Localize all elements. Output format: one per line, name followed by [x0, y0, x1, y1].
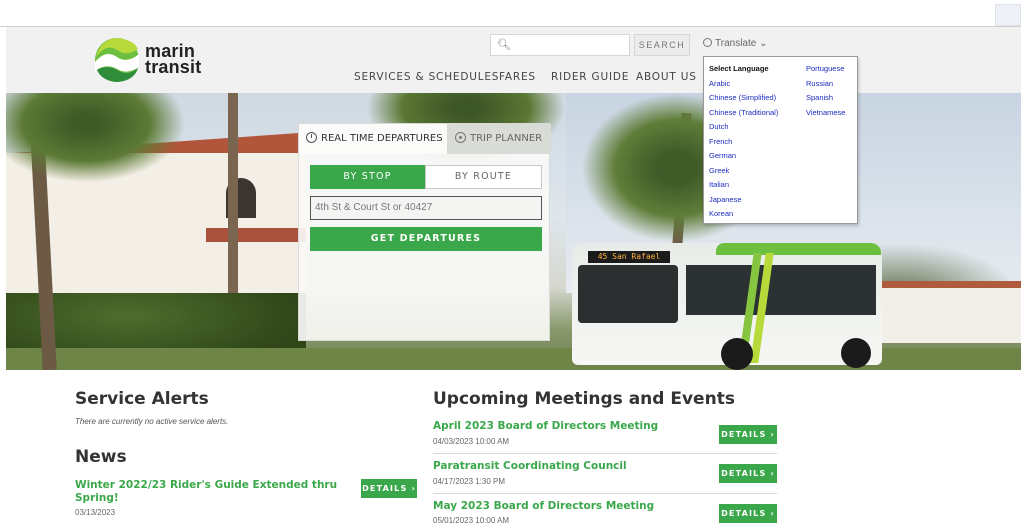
hero-bus-roof — [716, 243, 881, 255]
nav-about-us[interactable]: ABOUT US — [636, 71, 697, 83]
upcoming-events-heading: Upcoming Meetings and Events — [433, 389, 735, 409]
language-option[interactable]: Greek — [709, 164, 778, 179]
language-option[interactable]: French — [709, 135, 778, 150]
language-option[interactable]: Spanish — [806, 91, 845, 106]
language-menu: Select Language Arabic Chinese (Simplifi… — [703, 56, 858, 224]
chevron-right-icon: › — [770, 509, 775, 518]
window-corner-box — [995, 4, 1021, 26]
news-item-title[interactable]: Winter 2022/23 Rider's Guide Extended th… — [75, 479, 345, 504]
event-item-date: 04/03/2023 10:00 AM — [433, 437, 510, 446]
hero-bus-wheel — [841, 338, 871, 368]
event-item-title[interactable]: Paratransit Coordinating Council — [433, 460, 627, 472]
chevron-right-icon: › — [411, 484, 416, 493]
stop-input[interactable]: 4th St & Court St or 40427 — [310, 196, 542, 220]
clock-icon — [306, 132, 317, 143]
globe-icon — [703, 38, 712, 47]
hero-bus-sign: 45 San Rafael — [588, 251, 670, 263]
nav-services-schedules[interactable]: SERVICES & SCHEDULES — [354, 71, 499, 83]
language-option[interactable]: Select Language — [709, 62, 778, 77]
search-button[interactable]: SEARCH — [634, 34, 690, 56]
details-label: DETAILS — [721, 430, 767, 439]
language-option[interactable]: Italian — [709, 178, 778, 193]
search-box: 🔍︎ — [490, 34, 630, 56]
tab-real-time-departures[interactable]: REAL TIME DEPARTURES — [299, 124, 447, 154]
event-item-title[interactable]: April 2023 Board of Directors Meeting — [433, 420, 658, 432]
details-label: DETAILS — [362, 484, 408, 493]
news-item-date: 03/13/2023 — [75, 508, 116, 517]
language-option[interactable]: Vietnamese — [806, 106, 845, 121]
language-option[interactable]: Arabic — [709, 77, 778, 92]
by-stop-button[interactable]: BY STOP — [310, 165, 425, 189]
service-alerts-heading: Service Alerts — [75, 389, 209, 409]
chevron-down-icon: ⌄ — [759, 38, 768, 49]
by-route-button[interactable]: BY ROUTE — [425, 165, 542, 189]
event-item-date: 04/17/2023 1:30 PM — [433, 477, 506, 486]
language-option[interactable]: Chinese (Traditional) — [709, 106, 778, 121]
language-option[interactable]: Korean — [709, 207, 778, 222]
language-option[interactable]: German — [709, 149, 778, 164]
details-label: DETAILS — [721, 509, 767, 518]
trip-widget: REAL TIME DEPARTURES TRIP PLANNER BY STO… — [298, 123, 551, 341]
nav-rider-guide[interactable]: RIDER GUIDE — [551, 71, 629, 83]
marin-transit-logo[interactable]: marin transit — [94, 37, 214, 85]
language-option[interactable]: Chinese (Simplified) — [709, 91, 778, 106]
event-divider — [433, 493, 777, 494]
event-item-date: 05/01/2023 10:00 AM — [433, 516, 510, 525]
get-departures-button[interactable]: GET DEPARTURES — [310, 227, 542, 251]
logo-mark-icon — [95, 38, 139, 82]
translate-dropdown-toggle[interactable]: Translate ⌄ — [703, 38, 768, 49]
translate-label: Translate — [715, 38, 757, 49]
event-divider — [433, 453, 777, 454]
hero-palm — [228, 93, 238, 293]
site-header: marin transit 🔍︎ SEARCH Translate ⌄ SERV… — [6, 27, 1021, 93]
tab-trip-planner-label: TRIP PLANNER — [470, 133, 543, 144]
tab-real-time-label: REAL TIME DEPARTURES — [321, 133, 443, 144]
event-item-title[interactable]: May 2023 Board of Directors Meeting — [433, 500, 654, 512]
language-option[interactable]: Japanese — [709, 193, 778, 208]
tab-trip-planner[interactable]: TRIP PLANNER — [447, 124, 551, 154]
chevron-right-icon: › — [770, 430, 775, 439]
language-option[interactable]: Dutch — [709, 120, 778, 135]
browser-top-strip — [0, 0, 1021, 27]
news-heading: News — [75, 447, 127, 467]
event-details-button[interactable]: DETAILS › — [719, 425, 777, 444]
hero-roof-lower — [206, 228, 306, 242]
search-icon: 🔍︎ — [497, 39, 511, 51]
hero-bus-windows — [686, 265, 876, 315]
search-input[interactable] — [513, 37, 625, 53]
logo-text: marin transit — [145, 42, 202, 77]
language-option[interactable]: Portuguese — [806, 62, 845, 77]
hero-bus-windshield — [578, 265, 678, 323]
logo-text-transit: transit — [145, 57, 202, 77]
news-details-button[interactable]: DETAILS › — [361, 479, 417, 498]
details-label: DETAILS — [721, 469, 767, 478]
nav-fares[interactable]: FARES — [499, 71, 536, 83]
service-alerts-note: There are currently no active service al… — [75, 417, 229, 426]
language-menu-column-2: Portuguese Russian Spanish Vietnamese — [806, 62, 845, 120]
event-details-button[interactable]: DETAILS › — [719, 464, 777, 483]
target-icon — [455, 132, 466, 143]
event-details-button[interactable]: DETAILS › — [719, 504, 777, 523]
language-option[interactable]: Russian — [806, 77, 845, 92]
hero-bus-wheel — [721, 338, 753, 370]
chevron-right-icon: › — [770, 469, 775, 478]
language-menu-column-1: Select Language Arabic Chinese (Simplifi… — [709, 62, 778, 222]
hero-house — [881, 288, 1021, 343]
